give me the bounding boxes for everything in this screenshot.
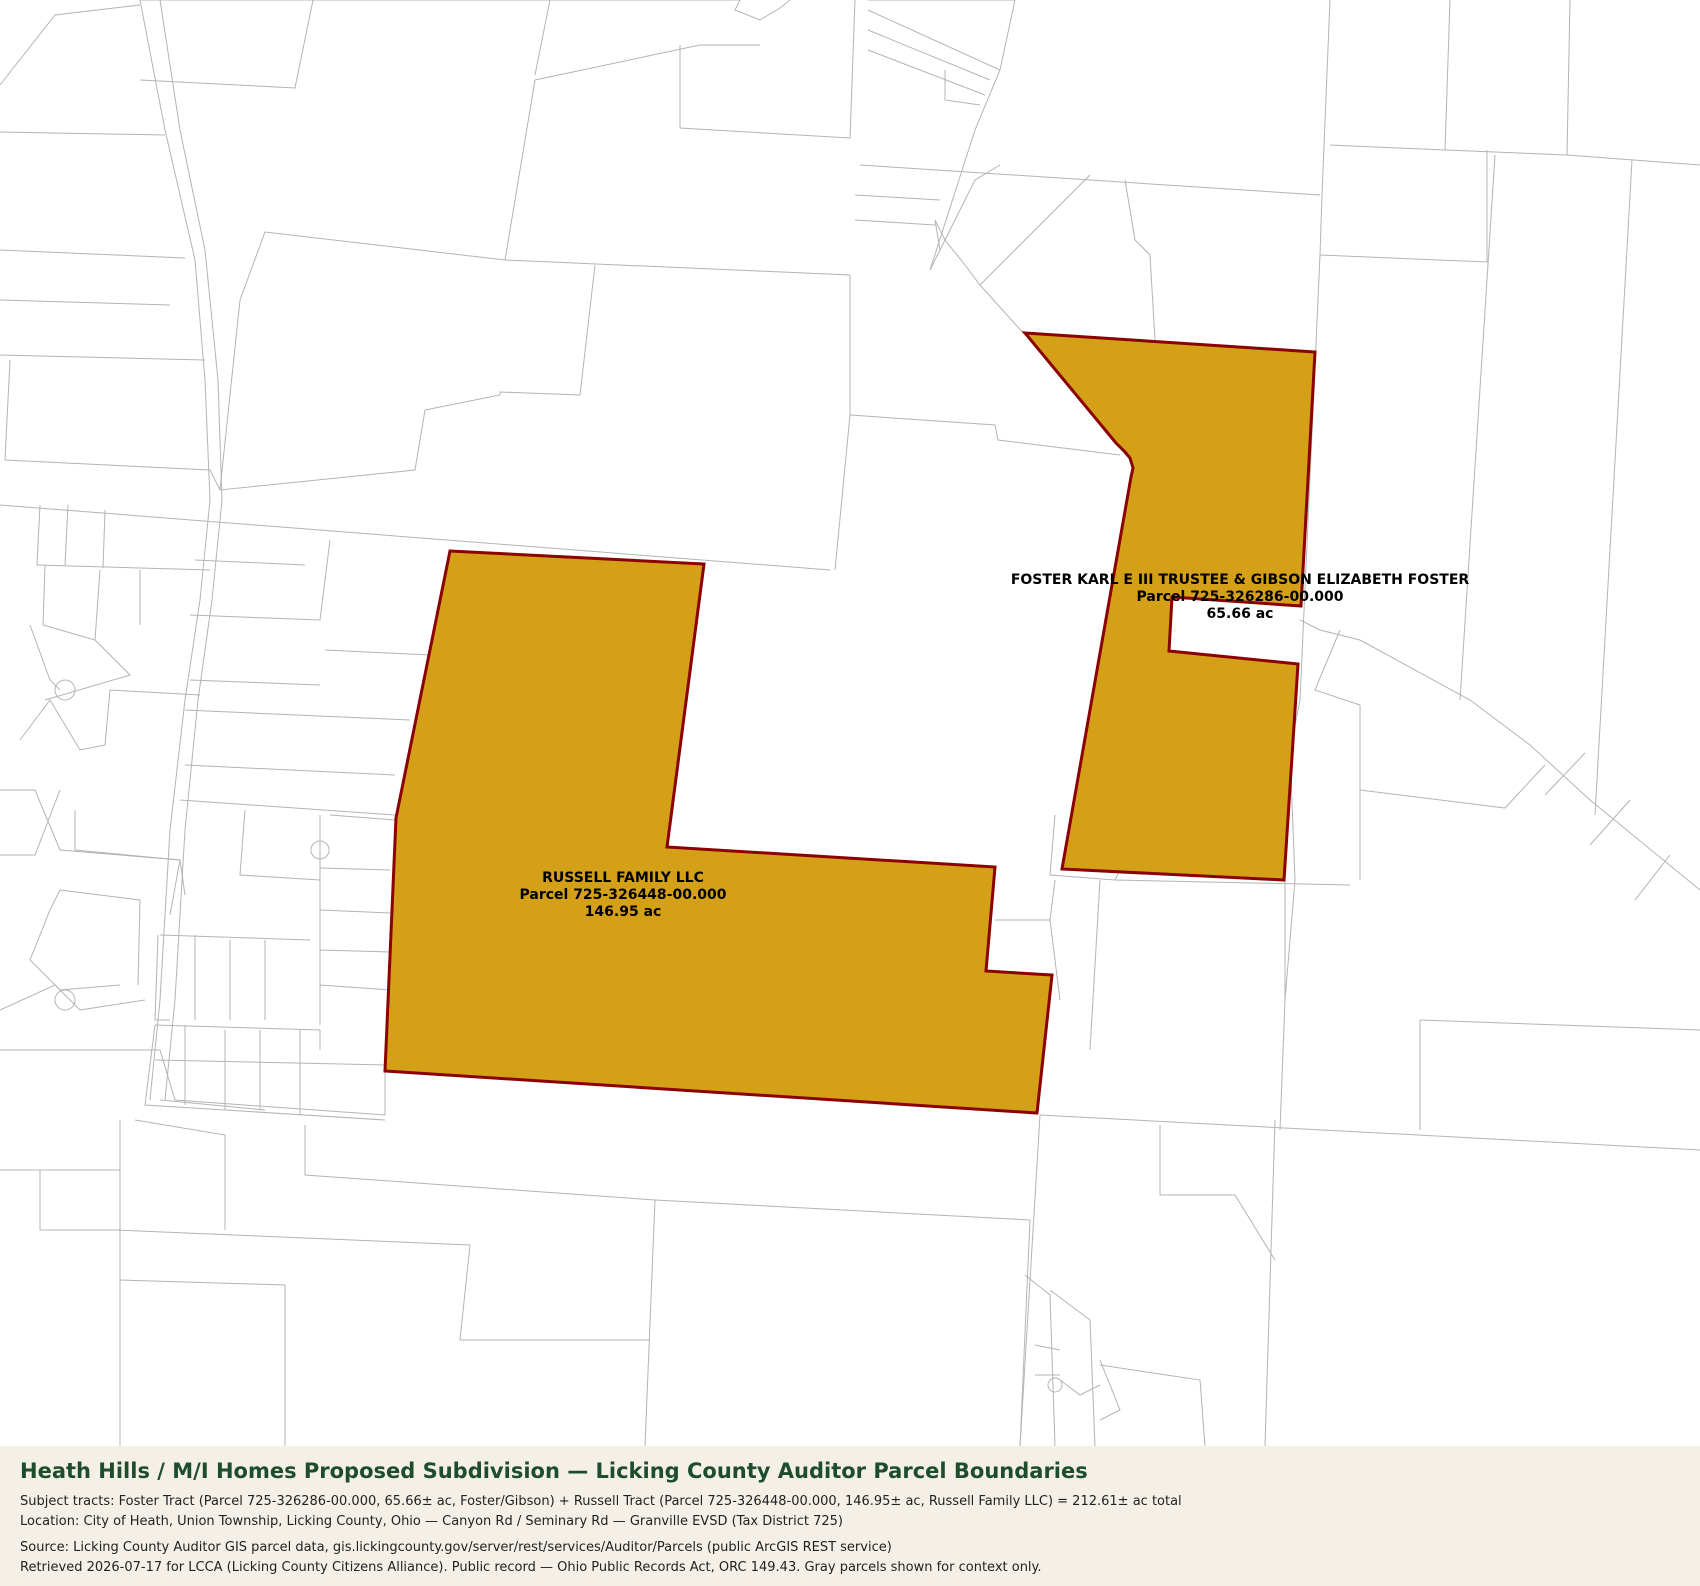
- foster-owner-label: FOSTER KARL E III TRUSTEE & GIBSON ELIZA…: [1011, 572, 1470, 588]
- map-background: [0, 0, 1700, 1446]
- location-line: Location: City of Heath, Union Township,…: [20, 1514, 843, 1529]
- russell-parcel-label: Parcel 725-326448-00.000: [519, 887, 726, 903]
- parcel-map[interactable]: FOSTER KARL E III TRUSTEE & GIBSON ELIZA…: [0, 0, 1700, 1446]
- foster-parcel-label: Parcel 725-326286-00.000: [1136, 589, 1343, 605]
- foster-acres-label: 65.66 ac: [1207, 606, 1274, 622]
- source-line: Source: Licking County Auditor GIS parce…: [20, 1540, 892, 1555]
- russell-owner-label: RUSSELL FAMILY LLC: [542, 870, 704, 886]
- retrieved-line: Retrieved 2026-07-17 for LCCA (Licking C…: [20, 1560, 1042, 1575]
- map-caption: Heath Hills / M/I Homes Proposed Subdivi…: [0, 1446, 1700, 1586]
- russell-acres-label: 146.95 ac: [585, 904, 662, 920]
- subject-tracts-line: Subject tracts: Foster Tract (Parcel 725…: [20, 1494, 1182, 1509]
- map-title: Heath Hills / M/I Homes Proposed Subdivi…: [20, 1459, 1088, 1483]
- map-canvas: FOSTER KARL E III TRUSTEE & GIBSON ELIZA…: [0, 0, 1700, 1446]
